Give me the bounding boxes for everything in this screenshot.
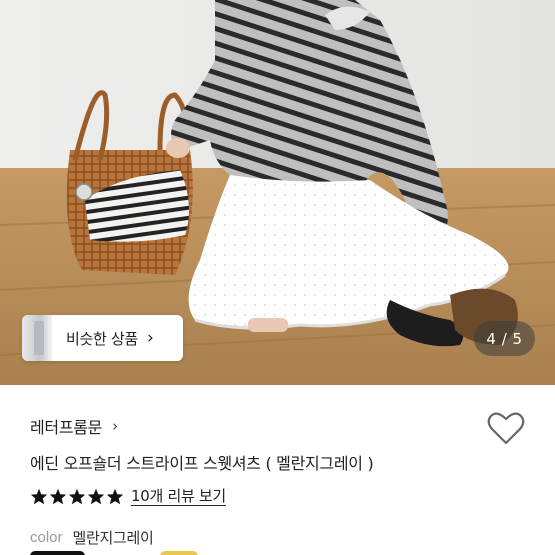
chevron-right-icon: › (112, 417, 119, 435)
heart-icon[interactable] (487, 410, 525, 446)
bottom-badge (30, 551, 85, 555)
similar-products-button[interactable]: 비슷한 상품 › (22, 315, 183, 361)
brand-link[interactable]: 레터프롬문 › (30, 414, 118, 438)
similar-products-label: 비슷한 상품 (66, 329, 138, 348)
star-icon (87, 488, 105, 505)
review-link[interactable]: 10개 리뷰 보기 (131, 487, 226, 506)
star-icon (30, 488, 48, 505)
product-image[interactable]: 비슷한 상품 › 4 / 5 (0, 0, 555, 385)
chevron-right-icon: › (146, 328, 154, 348)
product-title: 에딘 오프숄더 스트라이프 스웻셔츠 ( 멜란지그레이 ) (30, 454, 374, 473)
rating-stars (30, 488, 124, 505)
color-value: 멜란지그레이 (72, 529, 154, 547)
image-pager-indicator: 4 / 5 (474, 321, 535, 356)
pager-text: 4 / 5 (486, 329, 523, 348)
star-icon (68, 488, 86, 505)
rating-row: 10개 리뷰 보기 (30, 487, 226, 506)
star-icon (49, 488, 67, 505)
color-label: color (30, 529, 63, 546)
brand-name: 레터프롬문 (30, 418, 103, 437)
color-option-row: color 멜란지그레이 (30, 527, 154, 548)
bottom-badge-secondary (160, 551, 198, 555)
similar-product-thumbnail (22, 315, 52, 361)
star-icon (106, 488, 124, 505)
